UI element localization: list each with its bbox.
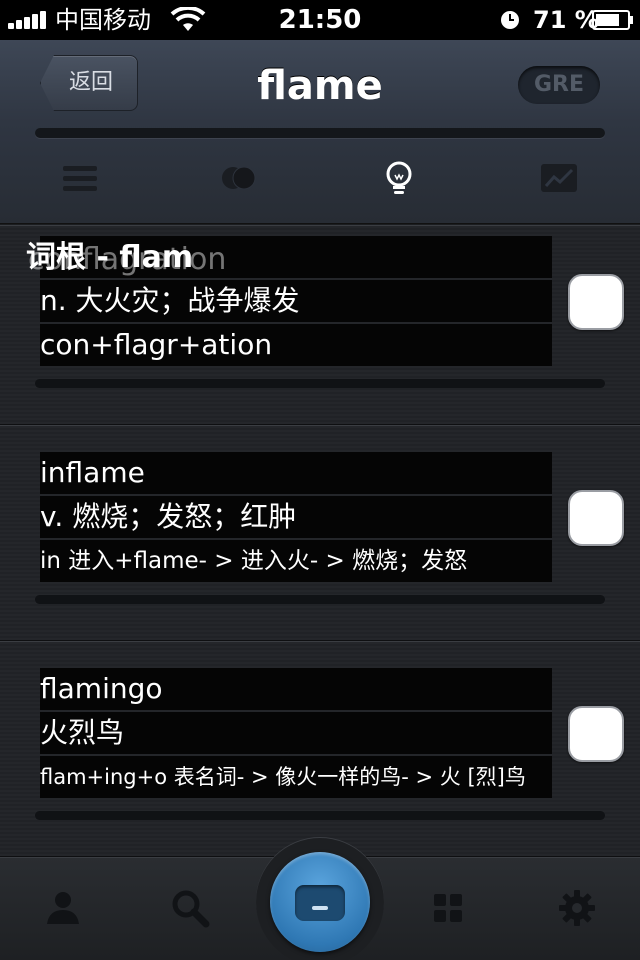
word-card-etymology: in 进入+flame- > 进入火- > 燃烧；发怒 xyxy=(40,540,552,582)
progress-track xyxy=(35,128,605,138)
battery-icon xyxy=(592,10,633,30)
card-progress-track xyxy=(35,379,605,388)
chart-icon[interactable] xyxy=(539,158,579,198)
overlap-circles-icon[interactable] xyxy=(219,158,259,198)
list-icon[interactable] xyxy=(60,158,100,198)
word-card-meaning: 火烈鸟 xyxy=(40,712,552,754)
root-header: 词根 - flam xyxy=(26,240,194,275)
grid-icon[interactable] xyxy=(426,886,470,930)
gre-badge[interactable]: GRE xyxy=(518,66,600,104)
card-progress-track xyxy=(35,811,605,820)
word-card-meaning: n. 大火灾；战争爆发 xyxy=(40,280,552,322)
card-progress-track xyxy=(35,595,605,604)
card-icon xyxy=(295,885,345,921)
gear-icon[interactable] xyxy=(555,886,599,930)
person-icon[interactable] xyxy=(41,886,85,930)
alarm-clock-icon xyxy=(501,11,519,29)
status-bar: 中国移动 21:50 71 % xyxy=(0,0,640,40)
known-checkbox[interactable] xyxy=(568,274,624,330)
word-list[interactable]: n. 大火灾；战争爆发 con+flagr+ation conflagratio… xyxy=(0,225,640,857)
known-checkbox[interactable] xyxy=(568,490,624,546)
known-checkbox[interactable] xyxy=(568,706,624,762)
word-card-etymology: flam+ing+o 表名词- > 像火一样的鸟- > 火 [烈]鸟 xyxy=(40,756,552,798)
search-icon[interactable] xyxy=(168,886,212,930)
word-card-word: flamingo xyxy=(40,668,552,710)
word-card: flamingo 火烈鸟 flam+ing+o 表名词- > 像火一样的鸟- >… xyxy=(0,641,640,857)
card-mode-button[interactable] xyxy=(270,852,370,952)
word-card-etymology: con+flagr+ation xyxy=(40,324,552,366)
battery-percentage: 71 % xyxy=(533,6,599,34)
word-card-meaning: v. 燃烧；发怒；红肿 xyxy=(40,496,552,538)
navigation-bar: 返回 flame GRE xyxy=(0,40,640,224)
word-card: inflame v. 燃烧；发怒；红肿 in 进入+flame- > 进入火- … xyxy=(0,425,640,641)
lightbulb-icon[interactable] xyxy=(379,158,419,198)
word-card-word: inflame xyxy=(40,452,552,494)
